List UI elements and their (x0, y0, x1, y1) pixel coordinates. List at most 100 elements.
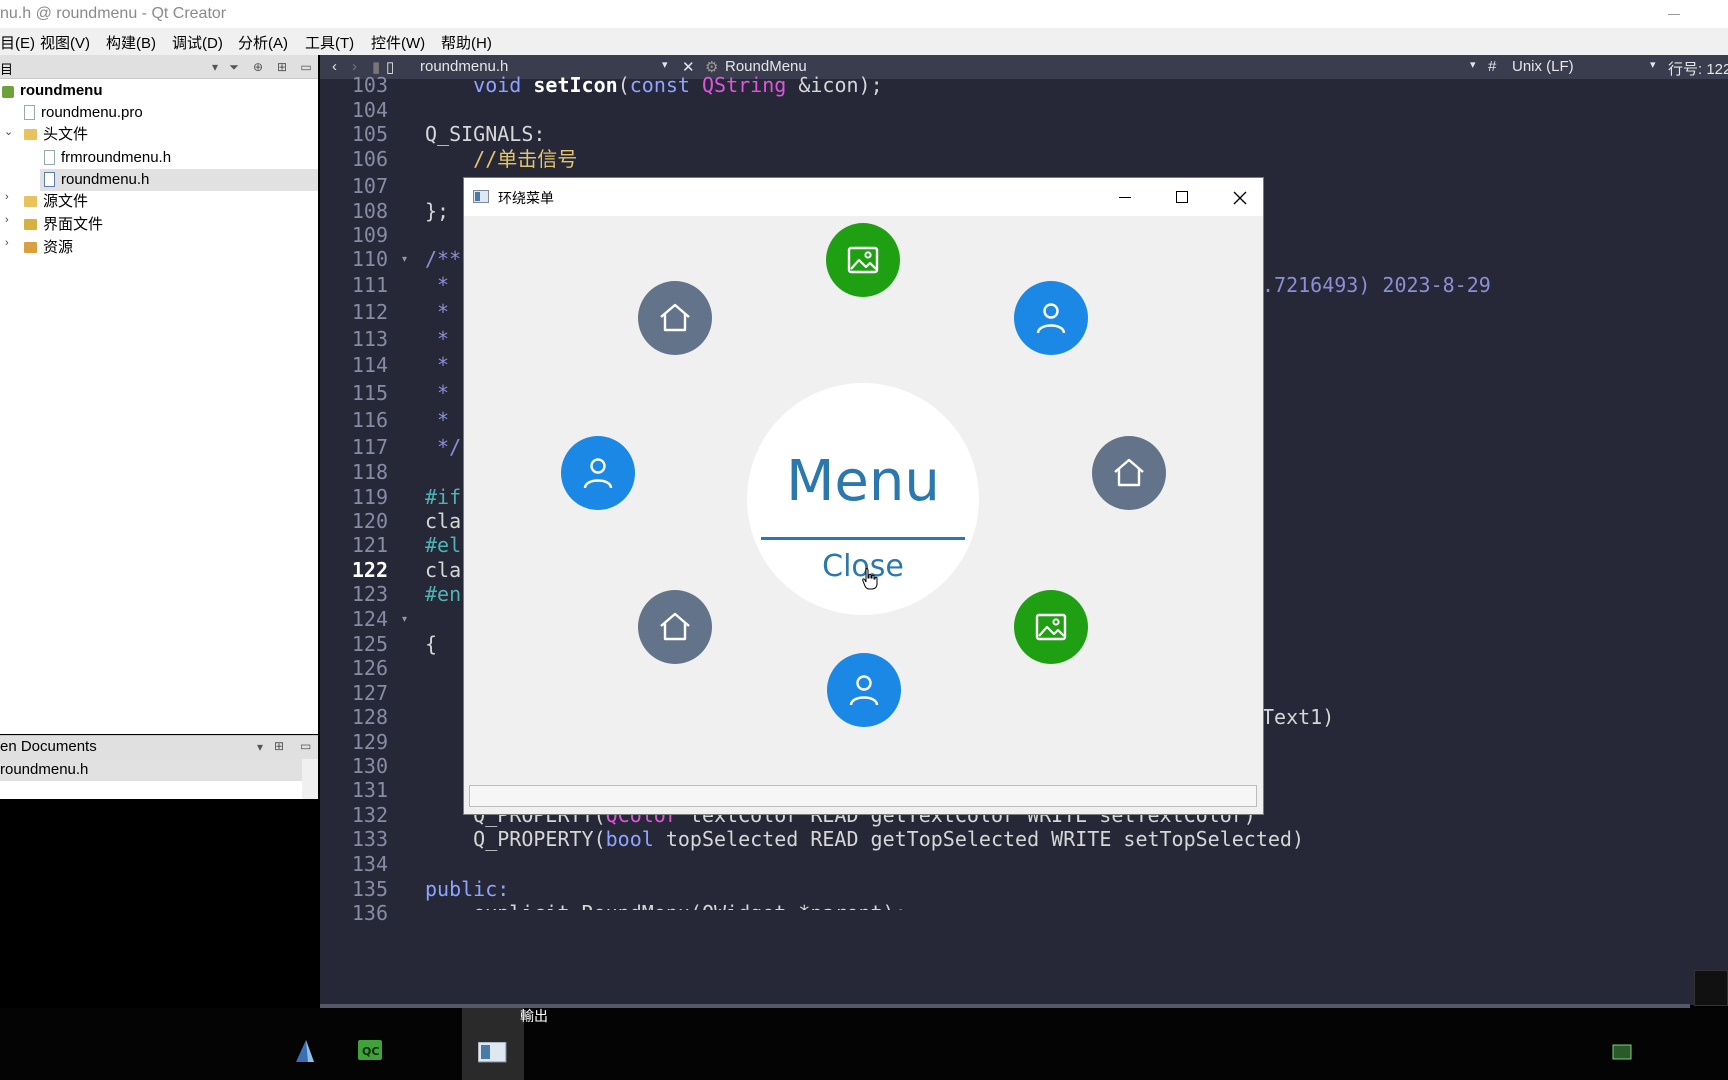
tree-item-label: 头文件 (43, 126, 89, 143)
line-number: 120 (351, 509, 388, 533)
menu-item-image-bottom-right[interactable] (1014, 590, 1088, 664)
split-icon[interactable]: ⊞ (274, 739, 284, 753)
menu-item-home-top-left[interactable] (638, 281, 712, 355)
tree-item-forms[interactable]: 界面文件 (24, 214, 103, 236)
user-icon (1036, 303, 1066, 334)
line-number: 122 (351, 558, 388, 582)
code-line-fragment: Text1) (1262, 705, 1335, 729)
tree-item-resources[interactable]: 资源 (24, 237, 73, 259)
qt-creator-icon[interactable]: QC (358, 1040, 394, 1076)
code-line-fragment: .7216493) 2023-8-29 (1262, 273, 1491, 297)
line-number: 136 (351, 901, 388, 925)
tree-item-sources[interactable]: 源文件 (24, 191, 88, 213)
code-line: * (425, 381, 450, 405)
line-ending-selector[interactable]: Unix (LF) (1512, 58, 1574, 75)
dropdown-icon[interactable]: ▾ (662, 58, 668, 71)
menu-edit[interactable]: 目(E) (0, 32, 35, 53)
folder-icon (24, 242, 37, 253)
code-line: #if (425, 485, 462, 509)
roundmenu-app-icon[interactable] (477, 1041, 514, 1078)
menu-item-image-top[interactable] (826, 223, 900, 297)
filter-icon[interactable]: ⏷ (226, 59, 242, 75)
menu-help[interactable]: 帮助(H) (441, 32, 492, 53)
line-number: 135 (351, 877, 388, 901)
tree-item-headers[interactable]: 头文件 (24, 124, 88, 146)
pro-file-icon (24, 105, 35, 120)
home-icon (1114, 458, 1144, 487)
line-number: 103 (351, 73, 388, 97)
tree-item-label: roundmenu.h (61, 171, 150, 188)
line-number: 130 (351, 754, 388, 778)
menu-item-home-bottom-left[interactable] (638, 590, 712, 664)
fold-marker-icon[interactable]: ▾ (402, 254, 412, 265)
dialog-maximize-button[interactable] (1158, 182, 1204, 212)
chevron-right-icon[interactable]: › (5, 191, 9, 203)
line-number: 129 (351, 730, 388, 754)
tray-icon[interactable] (1612, 1044, 1648, 1080)
code-line: cla (425, 558, 462, 582)
chevron-right-icon[interactable]: › (5, 237, 9, 249)
dropdown-icon[interactable]: ▾ (207, 59, 223, 75)
projects-pane-header: 目 ▾ ⏷ ⊕ ⊞ ▭ (0, 55, 318, 79)
open-documents-list: roundmenu.h (0, 759, 318, 799)
line-number: 133 (351, 827, 388, 851)
line-number: 119 (351, 485, 388, 509)
dialog-close-button[interactable] (1216, 182, 1262, 212)
image-icon (1035, 613, 1067, 641)
tree-item-project[interactable]: roundmenu (0, 80, 318, 102)
menu-tools[interactable]: 工具(T) (305, 32, 354, 53)
line-number: 125 (351, 632, 388, 656)
line-number: 110 (351, 247, 388, 271)
menu-debug[interactable]: 调试(D) (172, 32, 223, 53)
link-icon[interactable]: ⊕ (250, 59, 266, 75)
split-icon[interactable]: ⊞ (274, 59, 290, 75)
dropdown-icon[interactable]: ▾ (1470, 58, 1476, 71)
chevron-down-icon[interactable]: ⌄ (4, 125, 13, 138)
dialog-minimize-button[interactable] (1102, 182, 1148, 212)
folder-icon (24, 129, 37, 140)
chevron-right-icon[interactable]: › (5, 214, 9, 226)
window-titlebar: nu.h @ roundmenu - Qt Creator (0, 0, 1728, 28)
code-line: * (425, 408, 450, 432)
minimize-button[interactable] (1662, 5, 1688, 23)
menu-build[interactable]: 构建(B) (106, 32, 156, 53)
svg-text:QC: QC (362, 1045, 379, 1058)
scrollbar[interactable] (302, 759, 318, 799)
line-number: 105 (351, 122, 388, 146)
line-number: 131 (351, 778, 388, 802)
tree-item-header-file-selected[interactable]: roundmenu.h (40, 169, 318, 191)
code-line: * (425, 327, 450, 351)
projects-pane-title: 目 (0, 63, 14, 78)
line-number: 127 (351, 681, 388, 705)
app-window-icon (473, 190, 489, 203)
line-number: 112 (351, 300, 388, 324)
close-pane-icon[interactable]: ▭ (300, 739, 311, 753)
side-widget (1694, 970, 1728, 1006)
code-line: /** (425, 247, 462, 271)
close-pane-icon[interactable]: ▭ (298, 59, 314, 75)
menu-widgets[interactable]: 控件(W) (371, 32, 425, 53)
fold-marker-icon[interactable]: ▾ (402, 614, 412, 625)
tree-item-label: 源文件 (43, 193, 89, 210)
project-tree: roundmenu roundmenu.pro ⌄ 头文件 frmroundme… (0, 79, 318, 734)
taskbar-label: 輸出 (520, 1008, 548, 1024)
tree-item-header-file[interactable]: frmroundmenu.h (44, 147, 171, 169)
user-icon (849, 675, 879, 706)
open-document-item[interactable]: roundmenu.h (0, 759, 302, 781)
menu-item-user-bottom[interactable] (827, 653, 901, 727)
dropdown-icon[interactable]: ▾ (1650, 58, 1656, 71)
menu-item-user-top-right[interactable] (1014, 281, 1088, 355)
code-line: #el (425, 533, 462, 557)
line-number: 106 (351, 147, 388, 171)
menu-item-user-left[interactable] (561, 436, 635, 510)
line-number: 126 (351, 656, 388, 680)
tree-item-pro-file[interactable]: roundmenu.pro (24, 102, 143, 124)
menu-item-home-right[interactable] (1092, 436, 1166, 510)
menu-view[interactable]: 视图(V) (40, 32, 90, 53)
line-number: 124 (351, 607, 388, 631)
taskbar-app-icon[interactable] (290, 1036, 326, 1072)
center-divider (761, 537, 965, 540)
line-number: 114 (351, 353, 388, 377)
menu-analyze[interactable]: 分析(A) (238, 32, 288, 53)
dropdown-icon[interactable]: ▾ (257, 740, 263, 754)
